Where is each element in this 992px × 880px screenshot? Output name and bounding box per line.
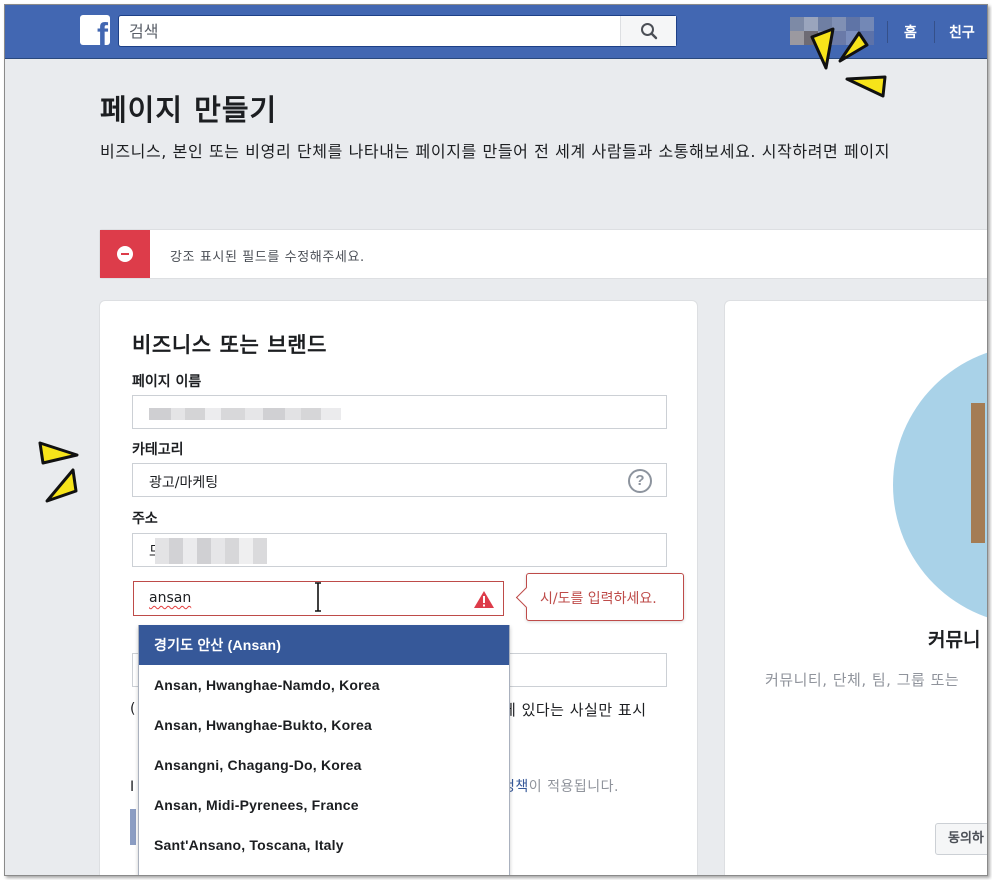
community-card: 커뮤니 커뮤니티, 단체, 팀, 그룹 또는 동의하 bbox=[724, 300, 987, 875]
city-suggestions-dropdown: 경기도 안산 (Ansan) Ansan, Hwanghae-Namdo, Ko… bbox=[138, 625, 510, 875]
get-started-button[interactable]: 동의하 bbox=[935, 823, 987, 855]
terms-fragment: I bbox=[130, 779, 135, 795]
search-box bbox=[118, 15, 677, 47]
city-suggestion-item[interactable]: Ansan, Hwanghae-Bukto, Korea bbox=[139, 705, 509, 745]
error-indicator bbox=[100, 230, 150, 278]
city-suggestion-item[interactable]: 경기도 안산 (Ansan) bbox=[139, 625, 509, 665]
nav-home-link[interactable]: 홈 bbox=[904, 22, 917, 42]
search-input[interactable] bbox=[119, 16, 619, 46]
community-illustration bbox=[893, 345, 987, 625]
page-title: 페이지 만들기 bbox=[100, 93, 278, 127]
address-value-redacted bbox=[155, 538, 267, 564]
continue-button[interactable] bbox=[130, 809, 136, 845]
city-suggestion-item[interactable]: Sant'Ansano, Toscana, Italy bbox=[139, 825, 509, 865]
city-suggestion-item[interactable]: Ansan, Hwanghae-Namdo, Korea bbox=[139, 665, 509, 705]
city-error-message: 시/도를 입력하세요. bbox=[540, 591, 657, 607]
address-field[interactable]: 드 bbox=[132, 533, 667, 567]
text-cursor-icon bbox=[315, 582, 321, 612]
warning-icon bbox=[474, 591, 494, 608]
address-visibility-text: 에 있다는 사실만 표시 bbox=[502, 701, 647, 719]
nav-separator bbox=[934, 21, 935, 43]
annotation-emphasis-icon bbox=[810, 27, 887, 98]
city-error-tooltip: 시/도를 입력하세요. bbox=[526, 573, 684, 621]
page-name-field[interactable] bbox=[132, 395, 667, 429]
city-field[interactable]: ansan bbox=[133, 581, 504, 616]
address-label: 주소 bbox=[132, 511, 158, 527]
error-minus-icon bbox=[117, 246, 133, 262]
error-banner-message: 강조 표시된 필드를 수정해주세요. bbox=[170, 250, 365, 265]
annotation-emphasis-icon bbox=[38, 441, 79, 503]
city-suggestion-item[interactable]: Ansangni, Chagang-Do, Korea bbox=[139, 745, 509, 785]
city-suggestion-item[interactable]: Ansan, Midi-Pyrenees, France bbox=[139, 785, 509, 825]
help-icon[interactable]: ? bbox=[628, 469, 652, 493]
community-card-title: 커뮤니 bbox=[928, 629, 981, 651]
community-card-description: 커뮤니티, 단체, 팀, 그룹 또는 bbox=[765, 671, 960, 689]
city-input-value: ansan bbox=[149, 590, 192, 606]
checkbox-fragment: ( bbox=[130, 701, 136, 717]
page-description: 비즈니스, 본인 또는 비영리 단체를 나타내는 페이지를 만들어 전 세계 사… bbox=[100, 142, 891, 161]
search-button[interactable] bbox=[620, 16, 676, 46]
error-banner: 강조 표시된 필드를 수정해주세요. bbox=[99, 229, 987, 279]
search-icon bbox=[640, 23, 657, 40]
category-label: 카테고리 bbox=[132, 442, 184, 458]
policy-notice: 정책이 적용됩니다. bbox=[502, 776, 619, 796]
facebook-logo-icon[interactable]: f bbox=[80, 15, 110, 45]
nav-friends-link[interactable]: 친구 bbox=[949, 22, 975, 42]
browser-frame: f 홈 친구 페이지 만들기 비즈니스, 본인 또는 비영리 단체를 나타내는 … bbox=[4, 4, 988, 876]
category-field[interactable]: 광고/마케팅 ? bbox=[132, 463, 667, 497]
card-title: 비즈니스 또는 브랜드 bbox=[132, 333, 328, 357]
category-value: 광고/마케팅 bbox=[149, 475, 219, 491]
page-name-label: 페이지 이름 bbox=[132, 374, 202, 390]
page-name-value-redacted bbox=[149, 408, 341, 420]
policy-notice-text: 이 적용됩니다. bbox=[528, 779, 619, 795]
